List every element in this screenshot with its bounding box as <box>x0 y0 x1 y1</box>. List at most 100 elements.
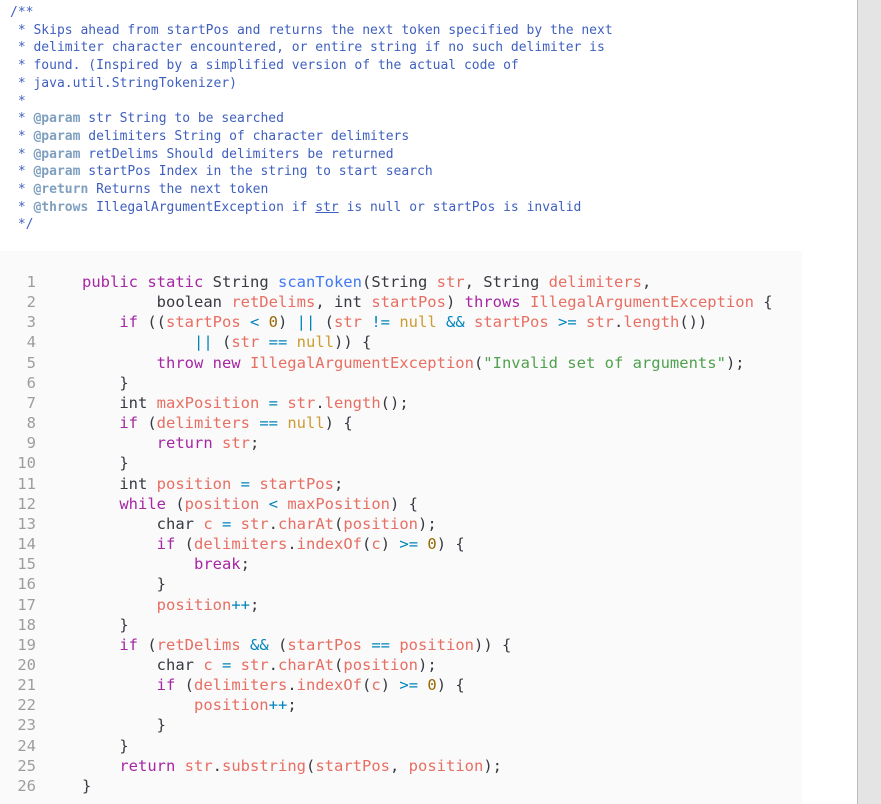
identifier-token: c <box>371 535 381 554</box>
code-line: 24 } <box>0 736 773 756</box>
line-number: 4 <box>26 333 36 352</box>
identifier-token: position <box>399 635 474 654</box>
line-number: 23 <box>17 716 36 735</box>
code-line: 7 int maxPosition = str.length(); <box>0 393 773 413</box>
identifier-token: maxPosition <box>287 494 390 513</box>
identifier-token: position <box>184 494 260 513</box>
text-token: ( <box>147 635 157 654</box>
code-line: 19 if (retDelims && (startPos == positio… <box>0 635 773 655</box>
text-token: int <box>82 393 157 412</box>
code-line: 8 if (delimiters == null) { <box>0 413 773 433</box>
text-token: ) <box>380 535 391 554</box>
javadoc-tag-text: IllegalArgumentException if <box>88 199 316 215</box>
identifier-token: IllegalArgumentException <box>249 353 474 372</box>
identifier-token: length <box>324 393 381 412</box>
text-token: boolean <box>82 293 232 312</box>
text-token: , String <box>464 273 549 291</box>
identifier-token: c <box>203 514 213 533</box>
number-token: 0 <box>427 676 437 695</box>
javadoc-open: /** <box>10 4 613 22</box>
text-token: , int <box>315 293 372 312</box>
code-line: 1 public static String scanToken(String s… <box>0 272 773 292</box>
text-token: ( <box>334 655 344 674</box>
text-token: } <box>82 575 166 594</box>
keyword-token: if <box>119 635 148 654</box>
text-token: ( <box>306 756 316 775</box>
javadoc-tag-text: retDelims Should delimiters be returned <box>80 146 394 162</box>
text-token: } <box>82 615 129 634</box>
vertical-scrollbar[interactable] <box>857 0 881 804</box>
document: /** * Skips ahead from startPos and retu… <box>0 0 855 804</box>
text-token: } <box>82 373 129 392</box>
identifier-token: str <box>334 313 363 332</box>
keyword-token: throw new <box>156 353 250 372</box>
text-token: . <box>287 676 297 695</box>
identifier-token: str <box>221 434 250 453</box>
line-number: 25 <box>17 756 36 775</box>
text-token: ) { <box>389 494 418 513</box>
code-line: 13 char c = str.charAt(position); <box>0 514 773 534</box>
operator-token: == <box>362 635 400 654</box>
text-token: (String <box>361 273 437 291</box>
keyword-token: public static <box>82 273 213 291</box>
identifier-token: startPos <box>371 293 446 312</box>
line-number: 6 <box>26 373 36 392</box>
identifier-token: maxPosition <box>156 393 260 412</box>
operator-token: ++ <box>268 696 288 715</box>
text-token: ); <box>725 353 745 372</box>
text-token: ) { <box>436 535 465 554</box>
code-line: 3 if ((startPos < 0) || (str != null && … <box>0 312 773 332</box>
text-token: ( <box>315 313 335 332</box>
text-token: . <box>315 393 325 412</box>
text-token: String <box>212 273 278 291</box>
line-number: 10 <box>17 454 36 473</box>
text-token: ( <box>184 535 194 554</box>
identifier-token: position <box>343 514 419 533</box>
javadoc-text: * java.util.StringTokenizer) <box>10 75 237 91</box>
text-token: ); <box>483 756 502 775</box>
operator-token: == <box>259 333 297 352</box>
line-number: 21 <box>17 676 36 695</box>
text-token: ); <box>418 655 437 674</box>
code-line: 14 if (delimiters.indexOf(c) >= 0) { <box>0 534 773 554</box>
identifier-token: startPos <box>315 756 390 775</box>
text-token: ( <box>212 333 232 352</box>
line-number: 15 <box>17 555 36 574</box>
javadoc-tag-text: startPos Index in the string to start se… <box>80 164 433 180</box>
text-token: ( <box>362 676 372 695</box>
keyword-token: if <box>156 676 185 695</box>
text-token: ; <box>287 696 297 715</box>
code-line: 21 if (delimiters.indexOf(c) >= 0) { <box>0 675 773 695</box>
identifier-token: str <box>287 393 316 412</box>
identifier-token: substring <box>222 756 306 775</box>
text-token: ; <box>240 555 250 574</box>
literal-token: null <box>296 333 334 352</box>
identifier-token: c <box>371 676 381 695</box>
javadoc-tag-line: * @throws IllegalArgumentException if st… <box>10 199 582 215</box>
keyword-token: return <box>119 756 185 775</box>
code-line: 20 char c = str.charAt(position); <box>0 655 773 675</box>
text-token: ); <box>418 514 437 533</box>
operator-token: < <box>259 494 288 513</box>
code-line: 17 position++; <box>0 595 773 615</box>
line-number: 17 <box>17 595 36 614</box>
javadoc-text: * delimiter character encountered, or en… <box>10 40 605 56</box>
identifier-token: startPos <box>166 313 241 332</box>
line-number: 26 <box>17 776 36 795</box>
identifier-token: str <box>231 333 260 352</box>
identifier-token: delimiters <box>194 676 288 695</box>
operator-token: = <box>259 393 288 412</box>
text-token: { <box>753 293 773 312</box>
javadoc-line: * delimiter character encountered, or en… <box>10 39 613 57</box>
line-number: 18 <box>17 615 36 634</box>
javadoc-tag-text: is null or startPos is invalid <box>338 199 582 215</box>
text-token: ) { <box>324 414 353 433</box>
text-token: ( <box>184 676 194 695</box>
text-token: ( <box>473 353 484 372</box>
javadoc-tag-line: * @param delimiters String of character … <box>10 128 410 144</box>
identifier-token: retDelims <box>231 293 316 312</box>
